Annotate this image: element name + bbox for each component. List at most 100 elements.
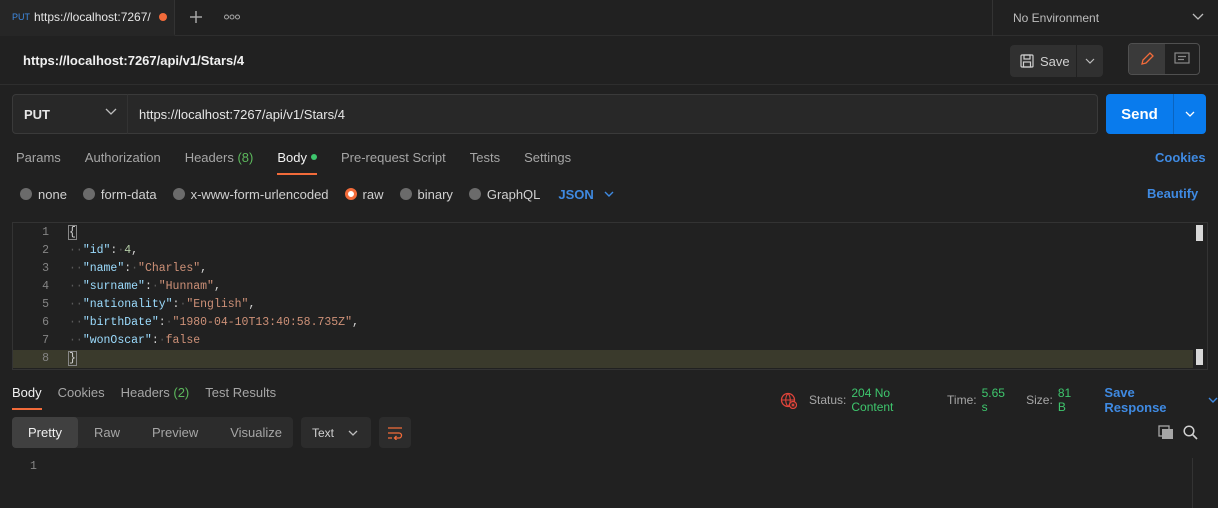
- status-value[interactable]: 204 No Content: [851, 386, 935, 414]
- radio-binary[interactable]: binary: [399, 186, 453, 202]
- code: ··"wonOscar":·false: [69, 334, 201, 347]
- body-editor[interactable]: 1 { 2 ··"id":·4, 3 ··"name":·"Charles", …: [12, 222, 1208, 370]
- radio-circle-icon: [468, 188, 481, 200]
- environment-select[interactable]: No Environment: [992, 0, 1218, 36]
- tab-params[interactable]: Params: [16, 150, 61, 174]
- response-tab-headers[interactable]: Headers (2): [121, 385, 190, 409]
- editor-line: 6 ··"birthDate":·"1980-04-10T13:40:58.73…: [13, 314, 1193, 332]
- line-number: 7: [42, 334, 49, 347]
- line-number: 4: [42, 280, 49, 293]
- body-format-label: JSON: [558, 186, 594, 202]
- save-label: Save: [1040, 53, 1070, 69]
- radio-circle-icon: [399, 188, 412, 200]
- edit-mode-button[interactable]: [1129, 44, 1165, 74]
- json-value: "Hunnam": [158, 280, 214, 293]
- json-comma: ,: [248, 298, 256, 311]
- size-label: Size:: [1026, 393, 1053, 407]
- radio-label: binary: [417, 186, 453, 202]
- send-button[interactable]: Send: [1106, 94, 1174, 134]
- editor-scrollbar-thumb[interactable]: [1196, 225, 1203, 241]
- code: {: [68, 224, 77, 242]
- comment-icon: [1174, 52, 1190, 66]
- response-scrollbar[interactable]: [1192, 458, 1206, 508]
- response-tab-test-results[interactable]: Test Results: [205, 385, 276, 409]
- response-line-number: 1: [30, 460, 37, 473]
- json-value: "Charles": [138, 262, 201, 275]
- view-mode-visualize[interactable]: Visualize: [214, 417, 298, 448]
- send-group: Send: [1106, 94, 1206, 134]
- time-value[interactable]: 5.65 s: [982, 386, 1015, 414]
- view-mode-pretty[interactable]: Pretty: [12, 417, 78, 448]
- radio-none[interactable]: none: [20, 187, 67, 202]
- radio-raw[interactable]: raw: [344, 187, 384, 202]
- response-format-label: Text: [312, 425, 335, 440]
- view-mode-raw[interactable]: Raw: [78, 417, 136, 448]
- view-mode-toggle: [1128, 43, 1200, 75]
- json-comma: ,: [213, 280, 221, 293]
- beautify-link[interactable]: Beautify: [1147, 186, 1198, 201]
- chevron-down-icon: [1192, 13, 1204, 21]
- send-menu-button[interactable]: [1174, 94, 1206, 134]
- response-view-modes: Pretty Raw Preview Visualize: [12, 417, 293, 448]
- view-mode-preview[interactable]: Preview: [136, 417, 214, 448]
- cookies-link[interactable]: Cookies: [1155, 150, 1206, 165]
- editor-line: 4 ··"surname":·"Hunnam",: [13, 278, 1193, 296]
- response-tab-headers-label: Headers: [120, 385, 170, 400]
- response-tab-body[interactable]: Body: [12, 385, 42, 410]
- json-value: "1980-04-10T13:40:58.735Z": [172, 316, 352, 329]
- request-name[interactable]: https://localhost:7267/api/v1/Stars/4: [23, 53, 244, 68]
- request-tabs: Params Authorization Headers (8) Body Pr…: [16, 150, 571, 175]
- json-value: "English": [186, 298, 249, 311]
- editor-line: 3 ··"name":·"Charles",: [13, 260, 1193, 278]
- editor-line: 5 ··"nationality":·"English",: [13, 296, 1193, 314]
- code: ··"name":·"Charles",: [69, 262, 208, 275]
- save-group: Save: [1010, 45, 1103, 77]
- request-tab[interactable]: PUT https://localhost:7267/: [0, 0, 175, 36]
- status-label: Status:: [809, 393, 847, 407]
- body-indicator-dot-icon: [310, 154, 317, 160]
- body-format-select[interactable]: JSON: [558, 186, 614, 202]
- response-format-select[interactable]: Text: [301, 417, 371, 448]
- radio-label: x-www-form-urlencoded: [190, 186, 329, 202]
- documentation-mode-button[interactable]: [1165, 44, 1200, 74]
- size-value[interactable]: 81 B: [1058, 386, 1083, 414]
- search-icon[interactable]: [1183, 425, 1198, 440]
- url-input[interactable]: [127, 94, 1098, 134]
- tab-pre-request-script[interactable]: Pre-request Script: [341, 150, 446, 174]
- radio-circle-icon: [172, 188, 185, 200]
- method-select[interactable]: PUT: [12, 94, 128, 134]
- tab-method: PUT: [12, 12, 30, 22]
- response-tabs: Body Cookies Headers (2) Test Results: [12, 385, 276, 410]
- response-tab-cookies[interactable]: Cookies: [58, 385, 105, 409]
- plus-icon[interactable]: [189, 10, 203, 24]
- environment-label: No Environment: [1013, 11, 1100, 25]
- save-menu-button[interactable]: [1077, 45, 1103, 77]
- body-type-options: none form-data x-www-form-urlencoded raw…: [20, 186, 614, 202]
- save-button[interactable]: Save: [1010, 45, 1077, 77]
- globe-error-icon[interactable]: [780, 392, 797, 409]
- ellipsis-icon[interactable]: [224, 14, 240, 20]
- save-icon: [1020, 54, 1034, 68]
- chevron-down-icon: [604, 191, 614, 197]
- radio-selected-icon: [344, 188, 357, 200]
- save-response-button[interactable]: Save Response: [1104, 385, 1218, 415]
- tab-tests[interactable]: Tests: [470, 150, 500, 174]
- tab-settings[interactable]: Settings: [524, 150, 571, 174]
- editor-line: 7 ··"wonOscar":·false: [13, 332, 1193, 350]
- radio-label: form-data: [100, 186, 157, 202]
- wrap-lines-button[interactable]: [379, 417, 411, 448]
- copy-icon[interactable]: [1158, 425, 1174, 440]
- radio-circle-icon: [82, 188, 95, 200]
- method-label: PUT: [24, 106, 50, 122]
- tab-headers[interactable]: Headers (8): [185, 150, 254, 174]
- line-number: 2: [42, 244, 49, 257]
- radio-graphql[interactable]: GraphQL: [468, 187, 540, 202]
- tab-authorization[interactable]: Authorization: [85, 150, 161, 174]
- radio-form-data[interactable]: form-data: [82, 186, 157, 202]
- json-key: "name": [82, 262, 125, 275]
- time-label: Time:: [947, 393, 977, 407]
- tab-body[interactable]: Body: [277, 150, 317, 175]
- radio-urlencoded[interactable]: x-www-form-urlencoded: [172, 186, 329, 202]
- json-key: "birthDate": [82, 316, 159, 329]
- headers-count: (8): [237, 150, 254, 165]
